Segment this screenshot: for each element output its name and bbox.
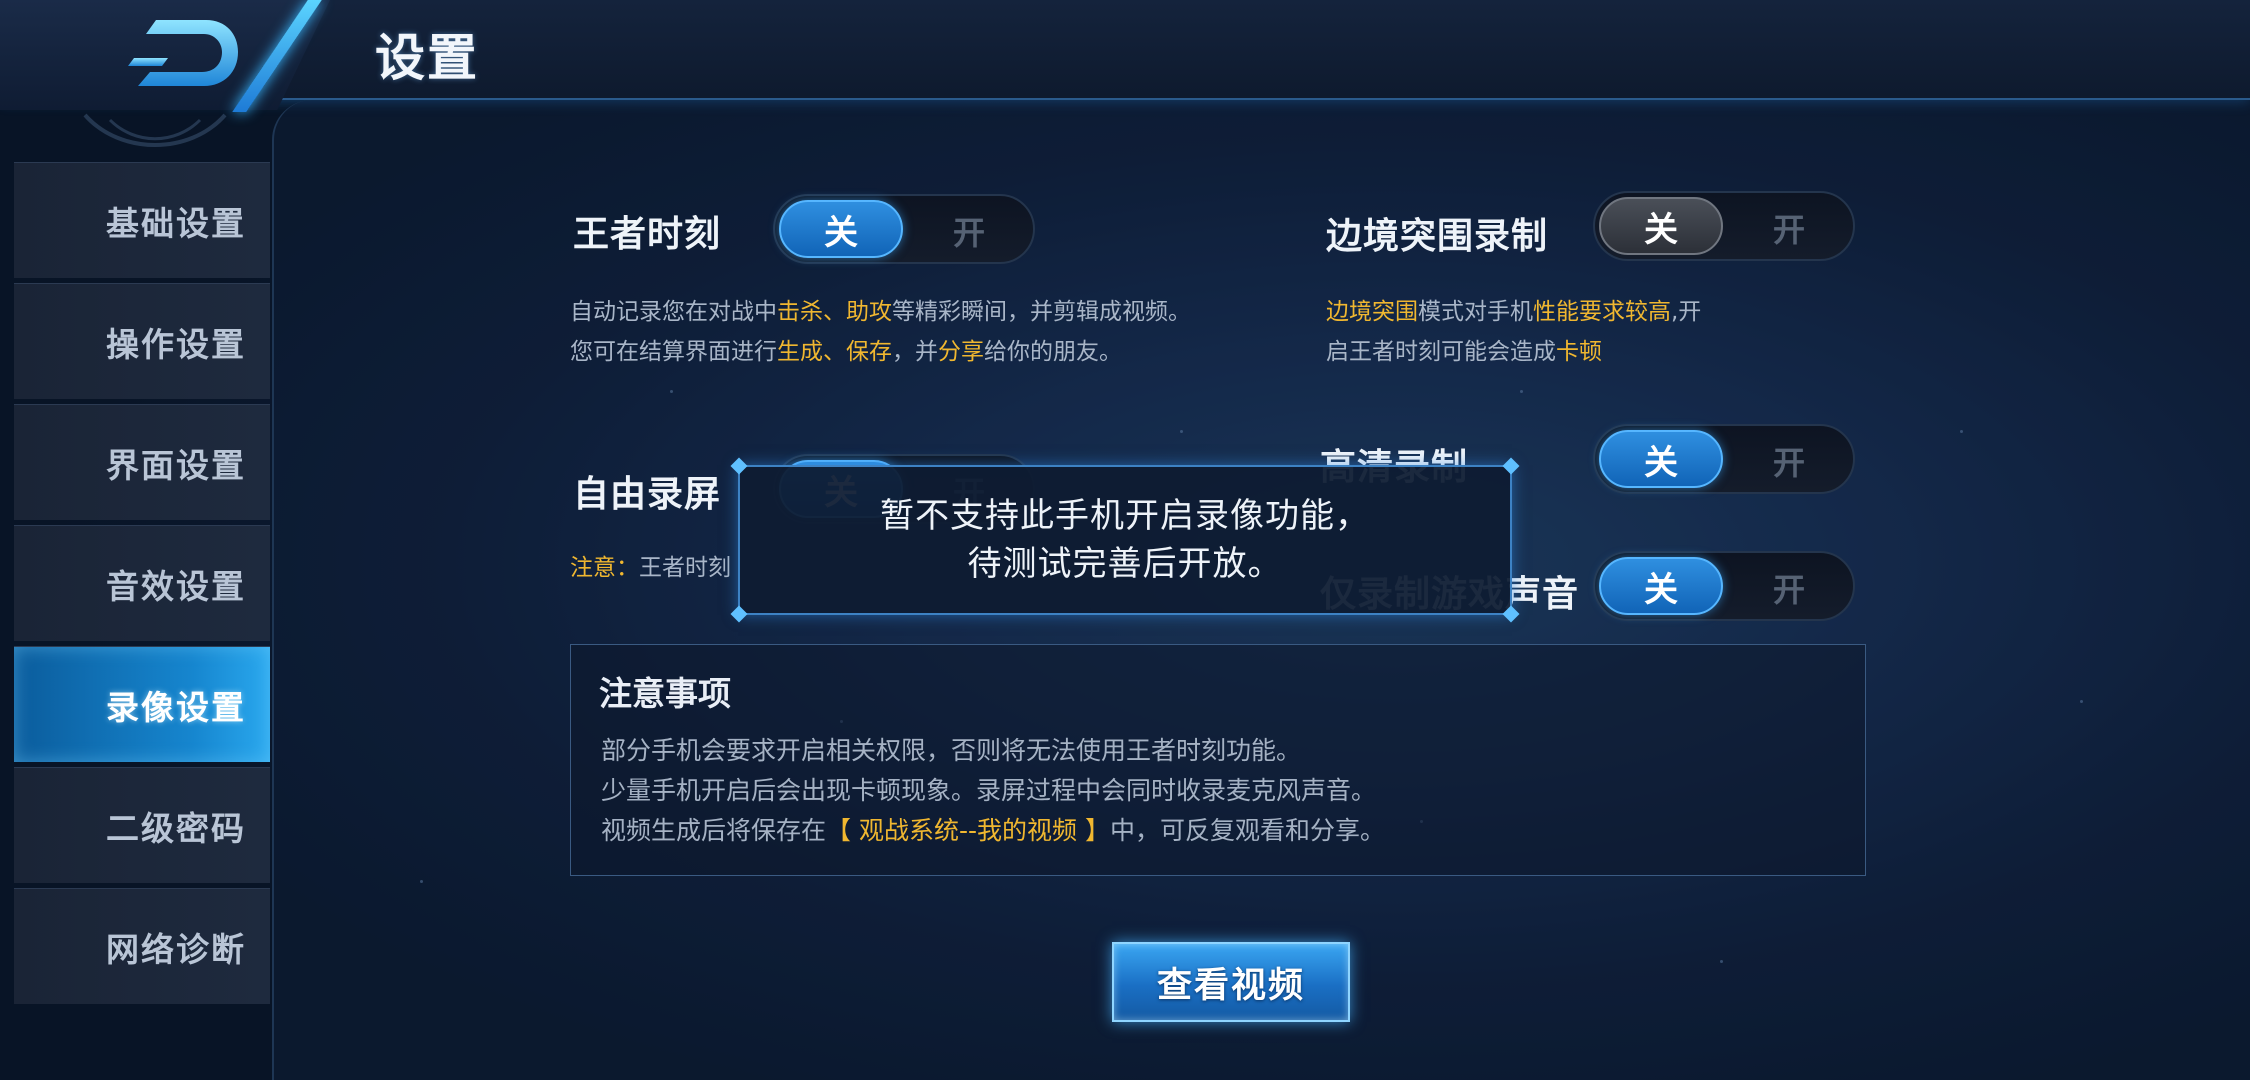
hd-record-toggle[interactable]: 关 开 (1593, 424, 1855, 494)
king-moment-label: 王者时刻 (573, 214, 722, 255)
desc-line: 自动记录您在对战中击杀、助攻等精彩瞬间，并剪辑成视频。 (570, 299, 1191, 325)
game-sound-only-toggle[interactable]: 关 开 (1593, 551, 1855, 621)
toggle-off-knob: 关 (779, 200, 903, 258)
sidebar-item-recording[interactable]: 录像设置 (14, 646, 270, 762)
notice-line: 部分手机会要求开启相关权限，否则将无法使用王者时刻功能。 (601, 736, 1302, 765)
sidebar-item-label: 网络诊断 (106, 929, 246, 969)
sidebar-item-secondary-password[interactable]: 二级密码 (14, 767, 270, 883)
sidebar-item-controls[interactable]: 操作设置 (14, 283, 270, 399)
notice-line: 少量手机开启后会出现卡顿现象。录屏过程中会同时收录麦克风声音。 (601, 776, 1377, 805)
notice-title: 注意事项 (599, 674, 731, 713)
notice-line: 视频生成后将保存在【 观战系统--我的视频 】中，可反复观看和分享。 (601, 816, 1385, 845)
sidebar-item-label: 二级密码 (106, 808, 246, 848)
toggle-off-knob: 关 (1599, 197, 1723, 255)
toast-message: 暂不支持此手机开启录像功能， 待测试完善后开放。 (730, 457, 1520, 623)
sidebar-item-interface[interactable]: 界面设置 (14, 404, 270, 520)
view-video-button[interactable]: 查看视频 (1112, 942, 1350, 1022)
sidebar-item-label: 录像设置 (106, 687, 246, 727)
toast-line: 待测试完善后开放。 (967, 544, 1283, 584)
sidebar-item-label: 操作设置 (106, 324, 246, 364)
back-arrow-icon[interactable] (128, 14, 248, 94)
king-moment-description: 自动记录您在对战中击杀、助攻等精彩瞬间，并剪辑成视频。 您可在结算界面进行生成、… (570, 292, 1191, 372)
toggle-on-label: 开 (1772, 571, 1805, 609)
sidebar-item-basic[interactable]: 基础设置 (14, 162, 270, 278)
sidebar-item-label: 界面设置 (106, 445, 246, 485)
king-moment-toggle[interactable]: 关 开 (773, 194, 1035, 264)
toggle-on-label: 开 (1772, 444, 1805, 482)
toast-line: 暂不支持此手机开启录像功能， (880, 496, 1370, 536)
border-breakout-label: 边境突围录制 (1326, 216, 1549, 257)
top-bar: 设置 (0, 0, 2250, 112)
desc-line: 启王者时刻可能会造成卡顿 (1326, 339, 1602, 365)
sidebar: 基础设置 操作设置 界面设置 音效设置 录像设置 二级密码 网络诊断 (0, 100, 275, 1080)
sidebar-item-label: 音效设置 (106, 566, 246, 606)
toggle-on-label: 开 (1772, 211, 1805, 249)
view-video-label: 查看视频 (1156, 965, 1305, 1006)
sidebar-item-label: 基础设置 (106, 203, 246, 243)
toggle-off-knob: 关 (1599, 557, 1723, 615)
ornament-icon (83, 113, 227, 147)
free-record-label: 自由录屏 (573, 474, 722, 515)
notice-box: 注意事项 部分手机会要求开启相关权限，否则将无法使用王者时刻功能。 少量手机开启… (570, 644, 1866, 876)
free-record-note: 注意：王者时刻 (570, 555, 731, 581)
desc-line: 边境突围模式对手机性能要求较高,开 (1326, 299, 1702, 325)
sidebar-item-network[interactable]: 网络诊断 (14, 888, 270, 1004)
border-breakout-toggle[interactable]: 关 开 (1593, 191, 1855, 261)
desc-line: 您可在结算界面进行生成、保存，并分享给你的朋友。 (570, 339, 1122, 365)
toggle-off-knob: 关 (1599, 430, 1723, 488)
toggle-on-label: 开 (952, 214, 985, 252)
sidebar-item-sound[interactable]: 音效设置 (14, 525, 270, 641)
page-title: 设置 (375, 29, 479, 87)
border-breakout-description: 边境突围模式对手机性能要求较高,开 启王者时刻可能会造成卡顿 (1326, 292, 1701, 372)
